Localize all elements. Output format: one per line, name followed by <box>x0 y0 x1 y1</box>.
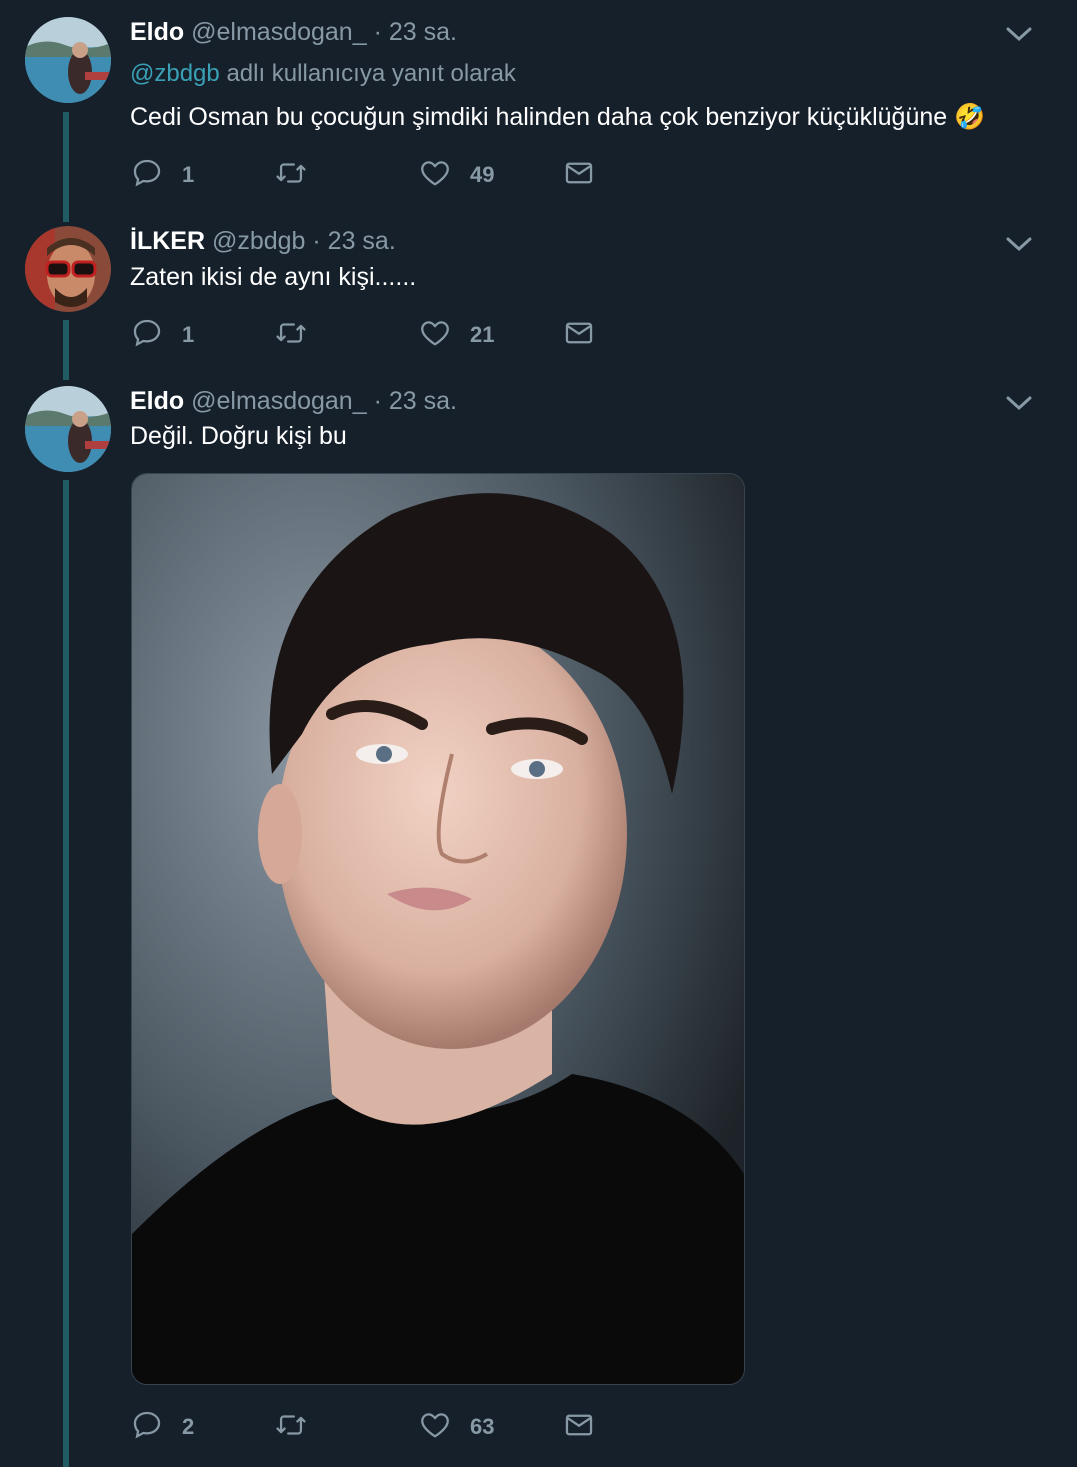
tweet-actions: 1 21 <box>130 315 630 355</box>
user-handle[interactable]: @elmasdogan_ <box>191 18 367 46</box>
user-handle[interactable]: @elmasdogan_ <box>191 387 367 415</box>
like-button[interactable]: 49 <box>418 155 494 195</box>
reply-context-label: adlı kullanıcıya yanıt olarak <box>226 60 516 87</box>
direct-message-button[interactable] <box>562 1407 596 1447</box>
avatar[interactable] <box>25 386 111 472</box>
timestamp[interactable]: · 23 sa. <box>312 227 395 255</box>
retweet-button[interactable] <box>274 155 326 195</box>
direct-message-button[interactable] <box>562 155 596 195</box>
thread-line <box>63 320 69 380</box>
reply-count: 1 <box>182 162 195 187</box>
timestamp[interactable]: · 23 sa. <box>374 387 457 415</box>
direct-message-button[interactable] <box>562 315 596 355</box>
retweet-icon <box>274 1408 308 1447</box>
tweet-header: Eldo @elmasdogan_ · 23 sa. <box>130 386 457 416</box>
mention-link[interactable]: @zbdgb <box>130 60 220 87</box>
chevron-down-icon[interactable] <box>1005 234 1033 254</box>
like-button[interactable]: 21 <box>418 315 494 355</box>
tweet-text: Zaten ikisi de aynı kişi...... <box>130 263 417 291</box>
thread-line <box>63 480 69 1467</box>
rofl-emoji: 🤣 <box>954 103 986 131</box>
envelope-icon <box>562 1408 596 1447</box>
chevron-down-icon[interactable] <box>1005 24 1033 44</box>
heart-icon <box>418 1408 452 1447</box>
display-name[interactable]: Eldo <box>130 387 184 415</box>
avatar[interactable] <box>25 226 111 312</box>
reply-button[interactable]: 1 <box>130 315 194 355</box>
chevron-down-icon[interactable] <box>1005 393 1033 413</box>
reply-icon <box>130 1408 164 1447</box>
like-count: 21 <box>470 322 495 347</box>
portrait-photo <box>132 474 744 1384</box>
reply-count: 1 <box>182 322 195 347</box>
tweet-text: Cedi Osman bu çocuğun şimdiki halinden d… <box>130 101 985 133</box>
display-name[interactable]: Eldo <box>130 18 184 46</box>
retweet-icon <box>274 316 308 355</box>
reply-button[interactable]: 1 <box>130 155 194 195</box>
retweet-icon <box>274 156 308 195</box>
reply-icon <box>130 316 164 355</box>
reply-button[interactable]: 2 <box>130 1407 194 1447</box>
thread-line <box>63 112 69 222</box>
envelope-icon <box>562 316 596 355</box>
retweet-button[interactable] <box>274 315 326 355</box>
avatar[interactable] <box>25 17 111 103</box>
display-name[interactable]: İLKER <box>130 227 205 255</box>
tweet-actions: 2 63 <box>130 1407 630 1447</box>
heart-icon <box>418 156 452 195</box>
like-count: 63 <box>470 1414 495 1439</box>
heart-icon <box>418 316 452 355</box>
timestamp[interactable]: · 23 sa. <box>374 18 457 46</box>
reply-context: @zbdgb adlı kullanıcıya yanıt olarak <box>130 59 516 89</box>
reply-count: 2 <box>182 1414 195 1439</box>
tweet-text-body: Cedi Osman bu çocuğun şimdiki halinden d… <box>130 103 948 131</box>
like-button[interactable]: 63 <box>418 1407 494 1447</box>
envelope-icon <box>562 156 596 195</box>
user-handle[interactable]: @zbdgb <box>212 227 306 255</box>
tweet-photo[interactable] <box>131 473 745 1385</box>
tweet-header: İLKER @zbdgb · 23 sa. <box>130 226 396 256</box>
reply-icon <box>130 156 164 195</box>
tweet-header: Eldo @elmasdogan_ · 23 sa. <box>130 17 457 47</box>
tweet-actions: 1 49 <box>130 155 630 195</box>
retweet-button[interactable] <box>274 1407 326 1447</box>
like-count: 49 <box>470 162 495 187</box>
tweet-text: Değil. Doğru kişi bu <box>130 422 347 450</box>
